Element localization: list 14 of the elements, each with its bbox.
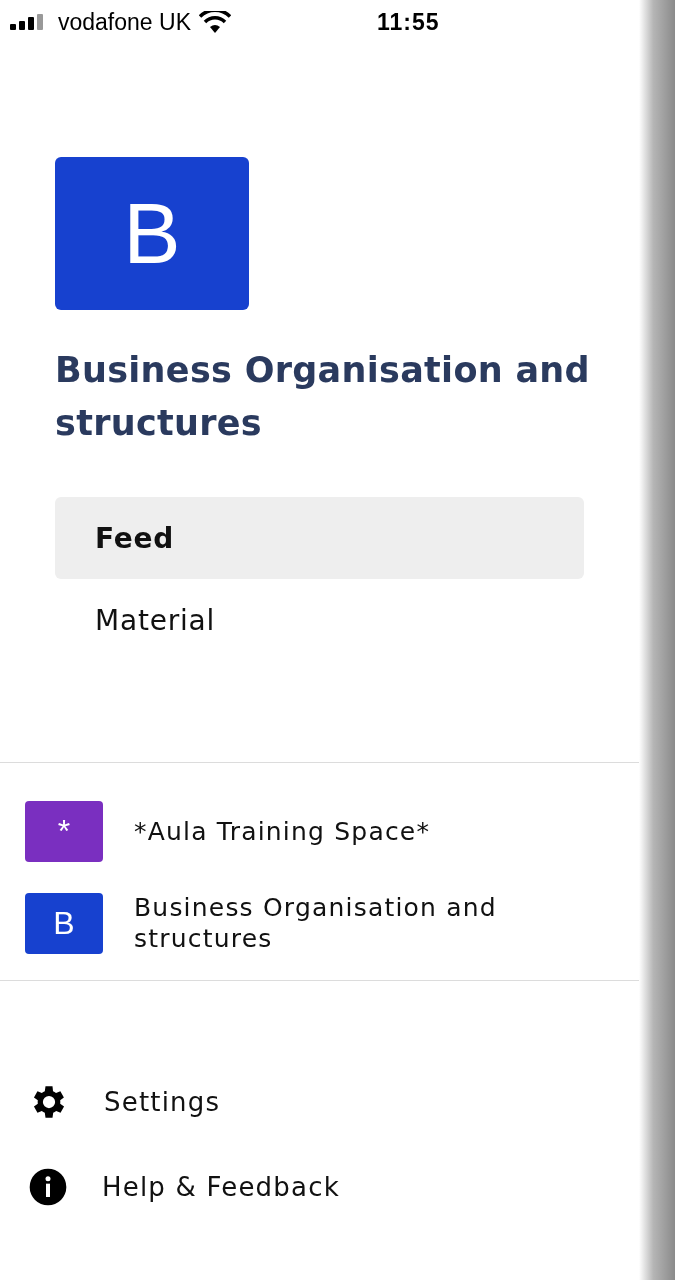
nav-item[interactable]: Material [55,579,584,661]
carrier-name: vodafone UK [58,8,191,36]
menu-link[interactable]: Help & Feedback [102,1172,340,1202]
space-name[interactable]: Business Organisation and structures [134,892,604,954]
space-tile[interactable]: B [25,892,103,954]
space-tile[interactable]: * [25,801,103,862]
course-title: Business Organisation and structures [55,349,591,445]
nav-item[interactable]: Feed [55,497,584,579]
menu-link[interactable]: Settings [104,1087,221,1117]
status-time: 11:55 [377,8,440,36]
info-icon [28,1167,68,1207]
space-name[interactable]: *Aula Training Space* [134,816,604,847]
wifi-icon [199,11,231,33]
course-logo: B [55,157,249,310]
